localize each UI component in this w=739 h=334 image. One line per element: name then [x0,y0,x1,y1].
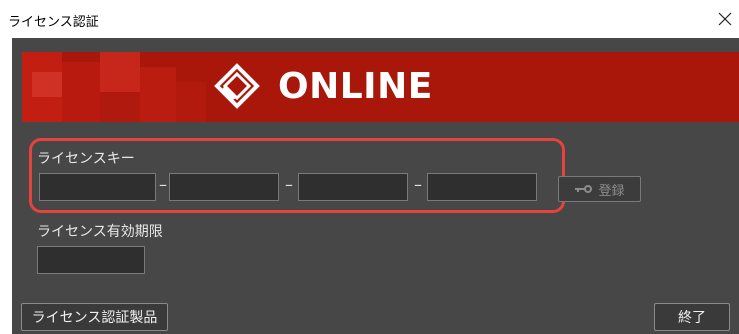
online-banner: ONLINE [22,52,739,122]
title-bar: ライセンス認証 [0,0,739,38]
window-title: ライセンス認証 [8,15,99,30]
expiry-label: ライセンス有効期限 [37,224,163,240]
cube-logo-icon [214,63,260,109]
register-label: 登録 [598,183,625,199]
licensed-products-label: ライセンス認証製品 [31,310,158,326]
banner-pattern [22,52,206,122]
expiry-value [37,246,145,274]
licensed-products-button[interactable]: ライセンス認証製品 [21,303,168,331]
exit-label: 終了 [678,310,706,326]
banner-logo: ONLINE [214,63,433,109]
license-key-highlight [29,138,565,213]
exit-button[interactable]: 終了 [654,303,730,331]
license-dialog: ライセンス認証 ONLINE ライセンスキー – – – 登録 ライセンス有効期… [0,0,739,334]
register-button[interactable]: 登録 [558,176,641,202]
banner-title: ONLINE [278,65,433,107]
close-button[interactable] [712,6,738,32]
close-icon [718,12,732,26]
key-icon [575,185,593,193]
dialog-body: ONLINE ライセンスキー – – – 登録 ライセンス有効期限 ライセンス認… [12,38,739,334]
